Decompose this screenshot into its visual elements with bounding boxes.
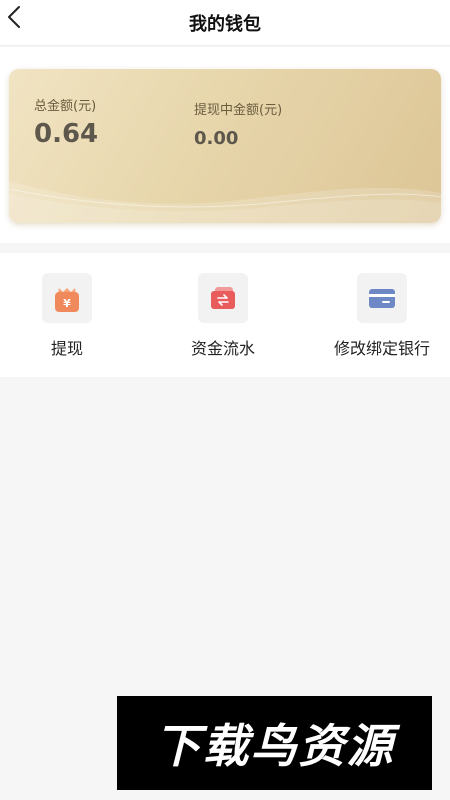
page-title: 我的钱包 [189, 14, 261, 35]
watermark-banner: 下载鸟资源 [117, 696, 432, 790]
wallet-actions: ¥ 提现 资金流水 修改绑定银行 [0, 253, 450, 377]
bank-card-icon [357, 273, 407, 323]
wallet-card: 总金额(元) 0.64 提现中金额(元) 0.00 [9, 69, 441, 223]
total-amount: 总金额(元) 0.64 [34, 95, 98, 149]
fund-flow-label: 资金流水 [190, 339, 255, 358]
watermark-text: 下载鸟资源 [154, 719, 395, 773]
transfer-icon [198, 273, 248, 323]
withdraw-label: 提现 [50, 339, 83, 358]
withdraw-button[interactable]: ¥ 提现 [0, 273, 142, 363]
bind-bank-button[interactable]: 修改绑定银行 [307, 273, 450, 363]
wallet-yuan-icon: ¥ [42, 273, 92, 323]
pending-amount-label: 提现中金额(元) [194, 103, 283, 118]
card-wave-decoration [9, 181, 441, 223]
wallet-card-section: 总金额(元) 0.64 提现中金额(元) 0.00 [0, 47, 450, 243]
svg-text:¥: ¥ [63, 297, 71, 310]
fund-flow-button[interactable]: 资金流水 [148, 273, 298, 363]
pending-withdrawal-amount: 提现中金额(元) 0.00 [194, 99, 282, 149]
pending-amount-value: 0.00 [194, 128, 239, 149]
total-amount-label: 总金额(元) [34, 99, 97, 114]
top-bar: 我的钱包 [0, 0, 450, 46]
bind-bank-label: 修改绑定银行 [333, 339, 430, 358]
total-amount-value: 0.64 [34, 119, 99, 149]
